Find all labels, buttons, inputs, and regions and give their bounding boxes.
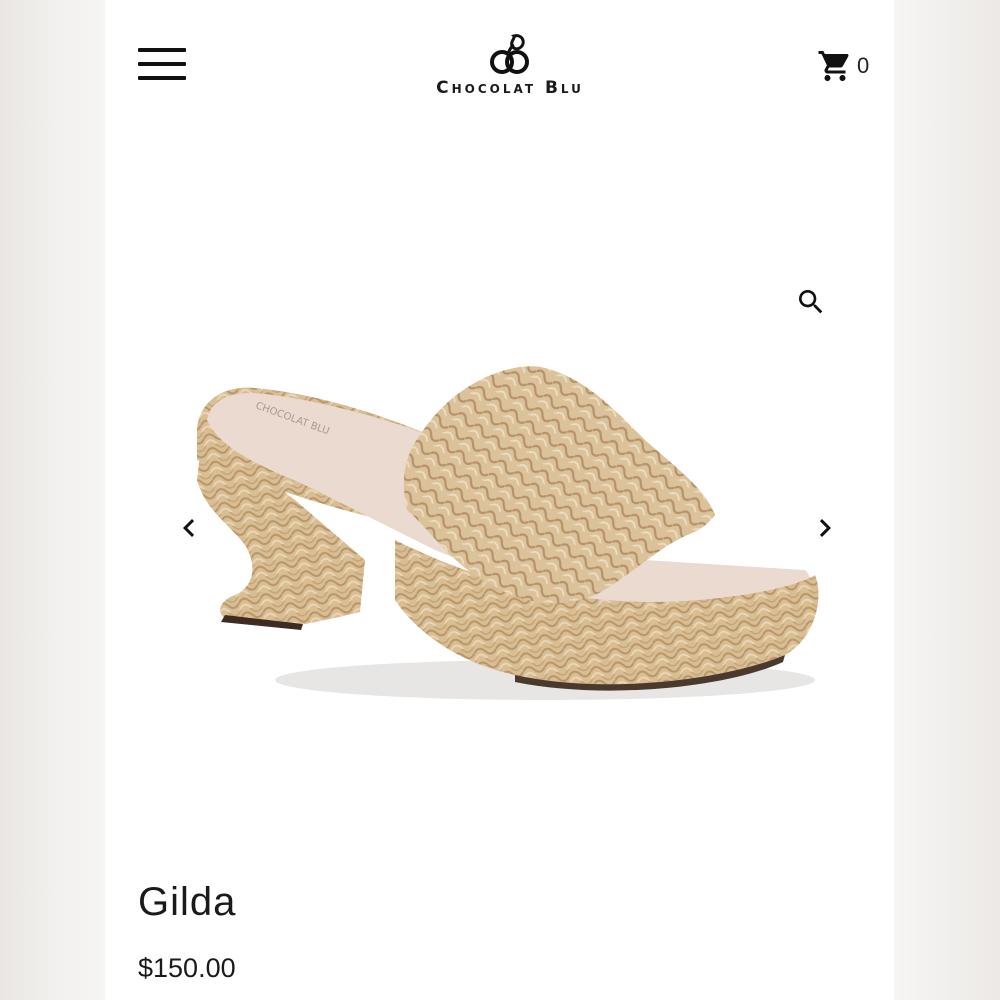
brand-name: Chocolat Blu <box>436 78 584 98</box>
product-image[interactable]: CHOCOLAT BLU <box>185 350 825 720</box>
menu-button[interactable] <box>138 48 186 82</box>
search-icon[interactable] <box>795 286 827 318</box>
logo-mark-icon <box>490 34 529 74</box>
product-gallery: CHOCOLAT BLU <box>105 250 894 810</box>
cart-icon <box>818 51 849 81</box>
menu-icon-bar <box>138 62 186 66</box>
menu-icon-bar <box>138 76 186 80</box>
mobile-page: Chocolat Blu 0 CHOCOLAT BLU Gilda $150.0… <box>105 0 894 1000</box>
product-title: Gilda <box>138 880 237 924</box>
cart-count: 0 <box>857 53 870 78</box>
brand-logo[interactable]: Chocolat Blu <box>405 32 615 102</box>
product-price: $150.00 <box>138 953 236 983</box>
menu-icon-bar <box>138 48 186 52</box>
cart-button[interactable]: 0 <box>817 48 869 84</box>
